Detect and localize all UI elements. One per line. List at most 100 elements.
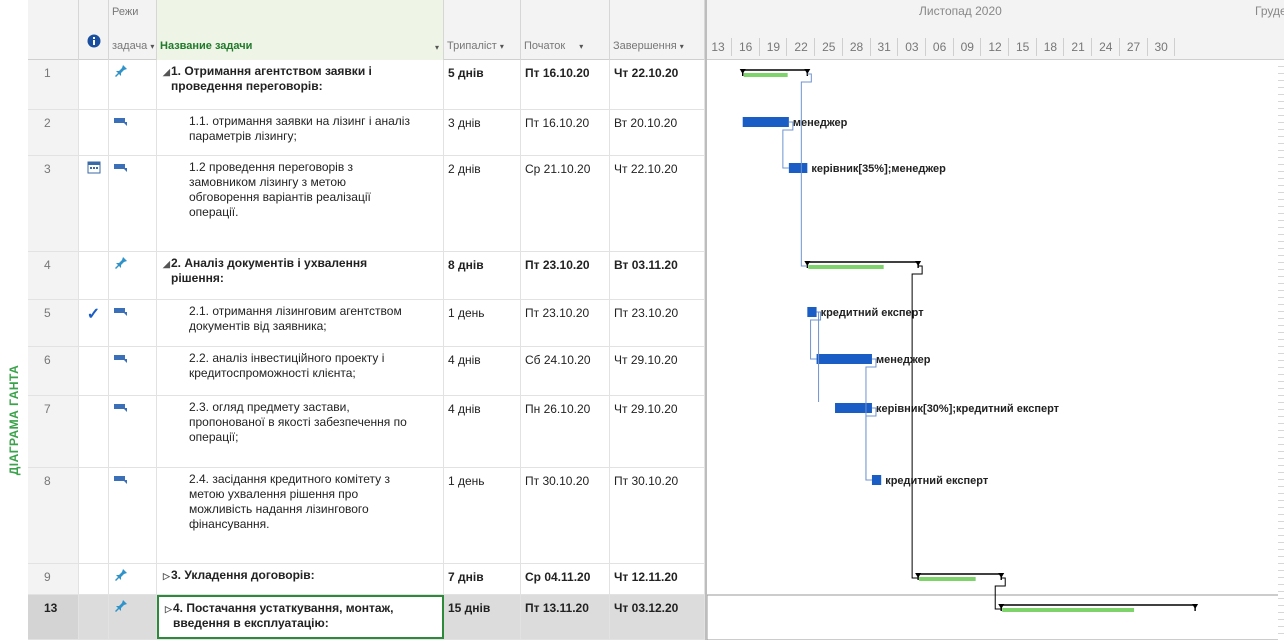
filter-dropdown-icon[interactable]: ▾	[579, 42, 583, 51]
task-bar[interactable]	[742, 117, 789, 127]
task-row[interactable]: 6 2.2. аналіз інвестиційного проекту і кре…	[28, 347, 705, 396]
task-name-cell[interactable]: 2.2. аналіз інвестиційного проекту і кред…	[157, 347, 444, 395]
row-number[interactable]: 13	[28, 595, 79, 639]
timescale-separator	[869, 38, 871, 56]
expand-icon[interactable]: ▷	[165, 602, 172, 617]
task-row[interactable]: 4 ◢ 2. Аналіз документів і ухвалення рішенн…	[28, 252, 705, 300]
start-cell[interactable]: Пн 26.10.20	[521, 396, 610, 467]
filter-dropdown-icon[interactable]: ▾	[435, 43, 439, 52]
task-name-cell[interactable]: ▷ 4. Постачання устаткування, монтаж, введ…	[157, 595, 444, 639]
start-cell[interactable]: Ср 21.10.20	[521, 156, 610, 251]
task-mode-cell[interactable]	[109, 110, 157, 155]
duration-cell[interactable]: 2 днів	[444, 156, 521, 251]
finish-cell[interactable]: Чт 22.10.20	[610, 60, 705, 109]
task-row[interactable]: 1 ◢ 1. Отримання агентством заявки і провед…	[28, 60, 705, 110]
row-number[interactable]: 4	[28, 252, 79, 299]
row-number[interactable]: 3	[28, 156, 79, 251]
summary-cap	[915, 261, 922, 266]
task-row[interactable]: 7 2.3. огляд предмету застави, пропоновано…	[28, 396, 705, 468]
duration-cell[interactable]: 15 днів	[444, 595, 521, 639]
task-mode-cell[interactable]	[109, 347, 157, 395]
duration-cell[interactable]: 7 днів	[444, 564, 521, 594]
start-cell[interactable]: Пт 13.11.20	[521, 595, 610, 639]
row-number[interactable]: 8	[28, 468, 79, 563]
row-number-header[interactable]	[28, 0, 79, 60]
start-cell[interactable]: Ср 04.11.20	[521, 564, 610, 594]
duration-cell[interactable]: 1 день	[444, 468, 521, 563]
start-header[interactable]: Початок ▾	[521, 0, 610, 60]
task-row[interactable]: 5 ✓ 2.1. отримання лізинговим агентством до…	[28, 300, 705, 347]
duration-cell[interactable]: 5 днів	[444, 60, 521, 109]
finish-cell[interactable]: Вт 03.11.20	[610, 252, 705, 299]
task-name-line: обговорення варіантів реалізації	[189, 190, 371, 204]
duration-cell[interactable]: 4 днів	[444, 347, 521, 395]
start-cell[interactable]: Пт 16.10.20	[521, 110, 610, 155]
timescale-separator	[924, 38, 926, 56]
task-name-cell[interactable]: ▷ 3. Укладення договорів:	[157, 564, 444, 594]
task-bar[interactable]	[871, 475, 882, 485]
task-name-cell[interactable]: 2.4. засідання кредитного комітету з мето…	[157, 468, 444, 563]
row-number[interactable]: 5	[28, 300, 79, 346]
task-name-header[interactable]: Название задачи ▾	[157, 0, 444, 60]
row-number[interactable]: 6	[28, 347, 79, 395]
row-number[interactable]: 2	[28, 110, 79, 155]
finish-cell[interactable]: Чт 22.10.20	[610, 156, 705, 251]
expand-icon[interactable]: ▷	[163, 569, 170, 584]
start-header-label: Початок	[524, 40, 566, 52]
task-name-cell[interactable]: ◢ 1. Отримання агентством заявки і проведе…	[157, 60, 444, 109]
task-mode-cell[interactable]	[109, 252, 157, 299]
finish-cell[interactable]: Чт 03.12.20	[610, 595, 705, 639]
task-name-cell[interactable]: 2.1. отримання лізинговим агентством доку…	[157, 300, 444, 346]
start-cell[interactable]: Пт 30.10.20	[521, 468, 610, 563]
task-mode-cell[interactable]	[109, 396, 157, 467]
row-number[interactable]: 7	[28, 396, 79, 467]
task-mode-header[interactable]: Режи задача ▾	[109, 0, 157, 60]
task-mode-cell[interactable]	[109, 595, 157, 639]
start-cell[interactable]: Пт 23.10.20	[521, 252, 610, 299]
finish-header[interactable]: Завершення ▾	[610, 0, 705, 60]
collapse-icon[interactable]: ◢	[163, 65, 170, 80]
task-mode-cell[interactable]	[109, 156, 157, 251]
duration-cell[interactable]: 8 днів	[444, 252, 521, 299]
task-mode-cell[interactable]	[109, 300, 157, 346]
filter-dropdown-icon[interactable]: ▾	[150, 42, 154, 51]
start-cell[interactable]: Пт 23.10.20	[521, 300, 610, 346]
duration-cell[interactable]: 3 днів	[444, 110, 521, 155]
task-mode-cell[interactable]	[109, 468, 157, 563]
summary-progress	[1002, 608, 1135, 612]
task-mode-cell[interactable]	[109, 564, 157, 594]
start-cell[interactable]: Сб 24.10.20	[521, 347, 610, 395]
finish-cell[interactable]: Пт 30.10.20	[610, 468, 705, 563]
filter-dropdown-icon[interactable]: ▾	[500, 42, 504, 51]
finish-cell[interactable]: Чт 29.10.20	[610, 347, 705, 395]
task-row[interactable]: 9 ▷ 3. Укладення договорів: 7 днів Ср 04.11.…	[28, 564, 705, 595]
finish-cell[interactable]: Чт 29.10.20	[610, 396, 705, 467]
task-name-cell[interactable]: 1.2 проведення переговорів з замовником л…	[157, 156, 444, 251]
task-row[interactable]: 2 1.1. отримання заявки на лізинг і аналі…	[28, 110, 705, 156]
finish-cell[interactable]: Чт 12.11.20	[610, 564, 705, 594]
task-row[interactable]: 3 1.2 проведення переговорів з замовником …	[28, 156, 705, 252]
indicator-cell	[79, 396, 109, 467]
task-name-cell[interactable]: ◢ 2. Аналіз документів і ухвалення рішення…	[157, 252, 444, 299]
task-bar[interactable]	[816, 354, 872, 364]
task-row[interactable]: 13 ▷ 4. Постачання устаткування, монтаж, вв…	[28, 595, 705, 640]
finish-cell[interactable]: Вт 20.10.20	[610, 110, 705, 155]
row-number[interactable]: 1	[28, 60, 79, 109]
duration-header[interactable]: Трипаліст ▾	[444, 0, 521, 60]
row-number[interactable]: 9	[28, 564, 79, 594]
duration-cell[interactable]: 1 день	[444, 300, 521, 346]
duration-cell[interactable]: 4 днів	[444, 396, 521, 467]
task-mode-cell[interactable]	[109, 60, 157, 109]
finish-cell[interactable]: Пт 23.10.20	[610, 300, 705, 346]
timescale-day: 27	[1126, 40, 1141, 54]
task-name-cell[interactable]: 1.1. отримання заявки на лізинг і аналіз…	[157, 110, 444, 155]
filter-dropdown-icon[interactable]: ▾	[680, 42, 684, 51]
start-cell[interactable]: Пт 16.10.20	[521, 60, 610, 109]
collapse-icon[interactable]: ◢	[163, 257, 170, 272]
task-bar[interactable]	[788, 163, 808, 173]
task-name-cell[interactable]: 2.3. огляд предмету застави, пропонованої…	[157, 396, 444, 467]
vertical-scrollbar[interactable]	[1278, 60, 1284, 640]
task-bar[interactable]	[807, 307, 817, 317]
task-row[interactable]: 8 2.4. засідання кредитного комітету з мет…	[28, 468, 705, 564]
indicators-header[interactable]	[79, 0, 109, 60]
